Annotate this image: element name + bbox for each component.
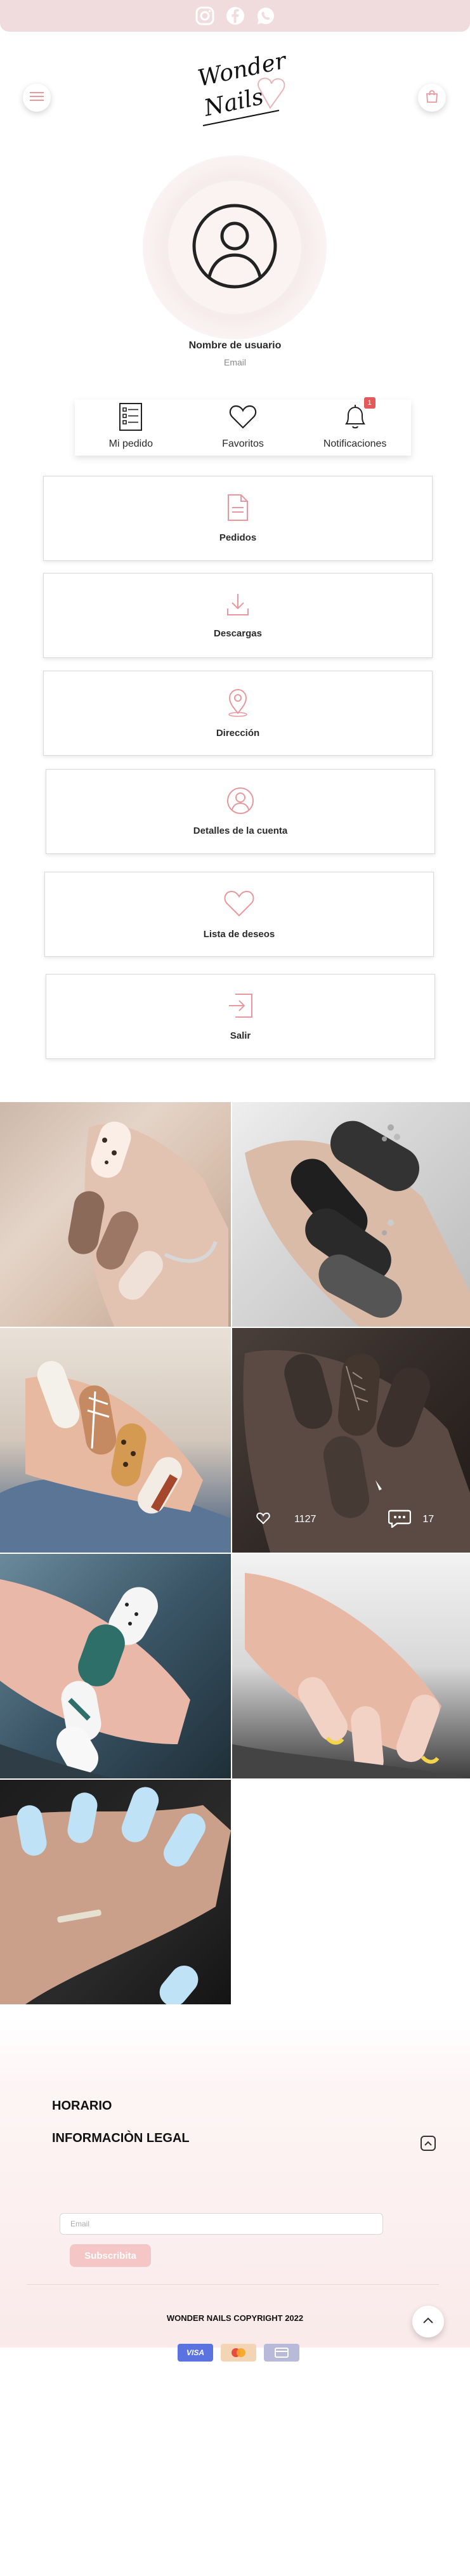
- profile-avatar-halo: [143, 155, 327, 339]
- avatar[interactable]: [168, 181, 301, 314]
- download-icon: [225, 592, 251, 621]
- tab-favorites-label: Favoritos: [222, 438, 264, 449]
- menu-card-account-details[interactable]: Detalles de la cuenta: [46, 769, 435, 854]
- menu-card-label: Salir: [230, 1030, 251, 1041]
- cart-button[interactable]: [418, 84, 446, 112]
- payment-methods: VISA: [178, 2344, 299, 2362]
- menu-card-logout[interactable]: Salir: [46, 974, 435, 1059]
- location-pin-icon: [225, 688, 251, 720]
- tab-favorites[interactable]: Favoritos: [192, 402, 294, 450]
- tab-my-orders[interactable]: Mi pedido: [80, 402, 181, 450]
- legal-toggle-button[interactable]: [421, 2136, 436, 2151]
- menu-card-label: Descargas: [214, 628, 262, 639]
- scroll-to-top-button[interactable]: [412, 2306, 444, 2337]
- instagram-icon[interactable]: [195, 6, 215, 26]
- whatsapp-icon[interactable]: [256, 6, 276, 26]
- tab-notifications[interactable]: 1 Notificaciones: [304, 397, 406, 450]
- chevron-up-icon: [424, 2138, 432, 2149]
- footer-divider: [27, 2284, 439, 2285]
- footer-legal-info[interactable]: INFORMACIÒN LEGAL: [52, 2131, 190, 2146]
- comments-count: 17: [422, 1514, 434, 1525]
- document-icon: [226, 494, 249, 525]
- heart-icon: [228, 402, 258, 435]
- post-stats-overlay: 1127 17: [232, 1504, 470, 1535]
- menu-card-label: Dirección: [216, 728, 260, 739]
- menu-card-orders[interactable]: Pedidos: [43, 476, 433, 561]
- footer-background: [0, 2018, 470, 2348]
- menu-button[interactable]: [23, 84, 51, 112]
- gallery-image[interactable]: [0, 1102, 231, 1327]
- facebook-icon[interactable]: [225, 6, 245, 26]
- subscribe-button[interactable]: Subscribita: [70, 2244, 151, 2267]
- hamburger-icon: [30, 91, 44, 105]
- likes-count: 1127: [294, 1514, 317, 1525]
- footer-horario[interactable]: HORARIO: [52, 2099, 112, 2113]
- account-quick-tabs: Mi pedido Favoritos 1 Notificaciones: [75, 397, 411, 456]
- tab-notifications-label: Notificaciones: [323, 438, 387, 449]
- menu-card-label: Pedidos: [219, 532, 257, 543]
- copyright-text: WONDER NAILS COPYRIGHT 2022: [166, 2313, 304, 2323]
- logout-icon: [226, 992, 254, 1023]
- gallery-image[interactable]: [232, 1554, 470, 1778]
- order-list-icon: [117, 402, 144, 435]
- heart-icon: [223, 889, 256, 921]
- user-avatar-icon: [192, 203, 278, 292]
- gallery-image[interactable]: [232, 1102, 470, 1327]
- menu-card-label: Lista de deseos: [203, 929, 275, 940]
- gallery-image[interactable]: [0, 1554, 231, 1778]
- notification-badge: 1: [363, 397, 375, 409]
- gallery-image[interactable]: [0, 1328, 231, 1553]
- gallery-image[interactable]: [0, 1780, 231, 2004]
- brand-logo[interactable]: Wonder Nails: [190, 48, 292, 133]
- menu-card-wishlist[interactable]: Lista de deseos: [44, 872, 434, 957]
- heart-outline-icon[interactable]: [256, 1512, 270, 1528]
- social-bar: [0, 0, 470, 32]
- chevron-up-icon: [422, 2316, 434, 2327]
- menu-card-label: Detalles de la cuenta: [193, 825, 288, 836]
- username: Nombre de usuario: [188, 340, 282, 351]
- comment-icon[interactable]: [388, 1509, 412, 1531]
- tab-my-orders-label: Mi pedido: [108, 438, 153, 449]
- visa-icon: VISA: [178, 2344, 213, 2362]
- menu-card-downloads[interactable]: Descargas: [43, 573, 433, 658]
- shopping-bag-icon: [425, 89, 439, 107]
- menu-card-address[interactable]: Dirección: [43, 671, 433, 756]
- credit-card-icon: [264, 2344, 299, 2362]
- mastercard-icon: [221, 2344, 256, 2362]
- user-email: Email: [223, 357, 246, 367]
- user-icon: [226, 787, 254, 818]
- newsletter-email-input[interactable]: [60, 2213, 383, 2235]
